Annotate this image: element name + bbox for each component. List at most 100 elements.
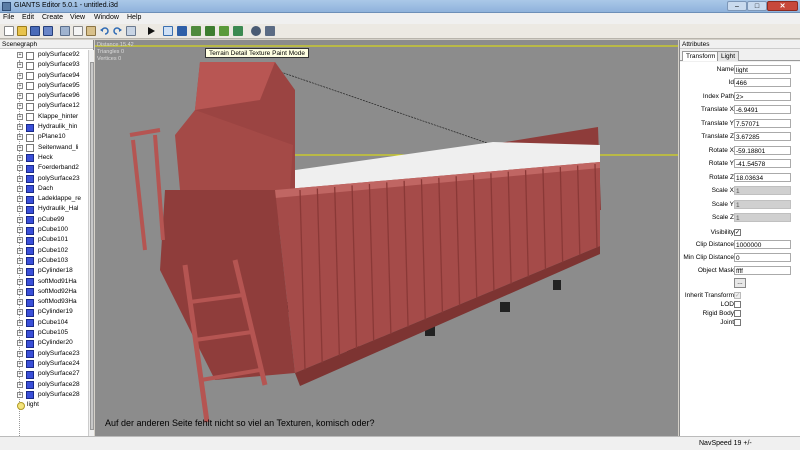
- expand-toggle-icon[interactable]: +: [17, 340, 23, 347]
- scenegraph-item[interactable]: + pCube103: [0, 256, 88, 266]
- scenegraph-item[interactable]: + Heck: [0, 153, 88, 163]
- expand-toggle-icon[interactable]: +: [17, 391, 23, 398]
- expand-toggle-icon[interactable]: +: [17, 278, 23, 285]
- menu-view[interactable]: View: [70, 14, 85, 21]
- delete-icon[interactable]: [126, 26, 136, 36]
- play-icon[interactable]: [146, 26, 156, 36]
- scenegraph-item[interactable]: + pCube99: [0, 215, 88, 225]
- expand-toggle-icon[interactable]: +: [17, 93, 23, 100]
- expand-toggle-icon[interactable]: +: [17, 72, 23, 79]
- expand-toggle-icon[interactable]: +: [17, 103, 23, 110]
- menu-help[interactable]: Help: [127, 14, 141, 21]
- expand-toggle-icon[interactable]: +: [17, 144, 23, 151]
- expand-toggle-icon[interactable]: +: [17, 154, 23, 161]
- expand-toggle-icon[interactable]: +: [17, 330, 23, 337]
- tab-transform[interactable]: Transform: [682, 51, 720, 61]
- scenegraph-item-light[interactable]: light: [0, 400, 88, 410]
- 3d-viewport[interactable]: Distance 15.42 Triangles 0 Vertices 0 Te…: [95, 40, 678, 436]
- paste-icon[interactable]: [86, 26, 96, 36]
- expand-toggle-icon[interactable]: +: [17, 268, 23, 275]
- scenegraph-item[interactable]: + polySurface23: [0, 174, 88, 184]
- rigid-body-checkbox[interactable]: [734, 310, 741, 317]
- expand-toggle-icon[interactable]: +: [17, 124, 23, 131]
- scenegraph-item[interactable]: + polySurface92: [0, 50, 88, 60]
- expand-toggle-icon[interactable]: +: [17, 227, 23, 234]
- attribute-value-input[interactable]: 1: [734, 213, 791, 222]
- scenegraph-item[interactable]: + polySurface95: [0, 81, 88, 91]
- scenegraph-item[interactable]: + polySurface12: [0, 101, 88, 111]
- scenegraph-item[interactable]: + pCube102: [0, 246, 88, 256]
- expand-toggle-icon[interactable]: +: [17, 371, 23, 378]
- redo-icon[interactable]: [112, 26, 122, 36]
- menu-create[interactable]: Create: [42, 14, 63, 21]
- attribute-value-input[interactable]: -59.18801: [734, 146, 791, 155]
- expand-toggle-icon[interactable]: +: [17, 319, 23, 326]
- save-as-icon[interactable]: [43, 26, 53, 36]
- scenegraph-item[interactable]: + Ladeklappe_re: [0, 194, 88, 204]
- select-mode-icon[interactable]: [163, 26, 173, 36]
- expand-toggle-icon[interactable]: +: [17, 350, 23, 357]
- clip-distance-input[interactable]: 1000000: [734, 240, 791, 249]
- menu-file[interactable]: File: [3, 14, 14, 21]
- expand-toggle-icon[interactable]: +: [17, 82, 23, 89]
- foliage-paint-icon[interactable]: [233, 26, 243, 36]
- expand-toggle-icon[interactable]: +: [17, 62, 23, 69]
- scenegraph-item[interactable]: + softMod91Ha: [0, 277, 88, 287]
- copy-icon[interactable]: [73, 26, 83, 36]
- expand-toggle-icon[interactable]: +: [17, 247, 23, 254]
- joint-checkbox[interactable]: [734, 319, 741, 326]
- scenegraph-item[interactable]: + polySurface27: [0, 369, 88, 379]
- scenegraph-item[interactable]: + pCube104: [0, 318, 88, 328]
- scenegraph-item[interactable]: + pPlane10: [0, 132, 88, 142]
- expand-toggle-icon[interactable]: +: [17, 257, 23, 264]
- scenegraph-item[interactable]: + softMod92Ha: [0, 287, 88, 297]
- expand-toggle-icon[interactable]: +: [17, 185, 23, 192]
- attribute-value-input[interactable]: 7.57071: [734, 119, 791, 128]
- scenegraph-item[interactable]: + pCube100: [0, 225, 88, 235]
- scenegraph-item[interactable]: + polySurface28: [0, 380, 88, 390]
- scenegraph-item[interactable]: + pCylinder20: [0, 338, 88, 348]
- undo-icon[interactable]: [100, 26, 110, 36]
- expand-toggle-icon[interactable]: +: [17, 196, 23, 203]
- expand-toggle-icon[interactable]: +: [17, 52, 23, 58]
- min-clip-distance-input[interactable]: 0: [734, 253, 791, 262]
- open-icon[interactable]: [17, 26, 27, 36]
- new-icon[interactable]: [4, 26, 14, 36]
- expand-toggle-icon[interactable]: +: [17, 175, 23, 182]
- lod-checkbox[interactable]: [734, 301, 741, 308]
- cut-icon[interactable]: [60, 26, 70, 36]
- attribute-value-input[interactable]: 1: [734, 186, 791, 195]
- attribute-value-input[interactable]: 466: [734, 78, 791, 87]
- scenegraph-item[interactable]: + Hydraulik_Hal: [0, 204, 88, 214]
- terrain-detail-paint-icon[interactable]: [219, 26, 229, 36]
- scenegraph-item[interactable]: + polySurface94: [0, 71, 88, 81]
- inherit-transform-checkbox[interactable]: ✓: [734, 292, 741, 299]
- attribute-value-input[interactable]: 18.03634: [734, 173, 791, 182]
- terrain-sculpt-icon[interactable]: [191, 26, 201, 36]
- expand-toggle-icon[interactable]: +: [17, 216, 23, 223]
- terrain-paint-icon[interactable]: [205, 26, 215, 36]
- scenegraph-item[interactable]: + Hydraulik_hin: [0, 122, 88, 132]
- expand-toggle-icon[interactable]: +: [17, 237, 23, 244]
- scenegraph-item[interactable]: + pCylinder18: [0, 266, 88, 276]
- expand-toggle-icon[interactable]: +: [17, 134, 23, 141]
- minimize-button[interactable]: –: [727, 1, 747, 11]
- expand-toggle-icon[interactable]: +: [17, 299, 23, 306]
- scenegraph-tree[interactable]: + polySurface92 + polySurface93 + polySurface…: [0, 50, 88, 436]
- expand-toggle-icon[interactable]: +: [17, 113, 23, 120]
- scenegraph-item[interactable]: + Klappe_hinter: [0, 112, 88, 122]
- scenegraph-item[interactable]: + pCube101: [0, 235, 88, 245]
- tab-light[interactable]: Light: [717, 51, 740, 61]
- scrollbar-thumb[interactable]: [90, 62, 94, 430]
- expand-toggle-icon[interactable]: +: [17, 206, 23, 213]
- scenegraph-item[interactable]: + pCylinder19: [0, 307, 88, 317]
- attribute-value-input[interactable]: 3.67285: [734, 132, 791, 141]
- expand-toggle-icon[interactable]: +: [17, 360, 23, 367]
- scenegraph-item[interactable]: + polySurface96: [0, 91, 88, 101]
- expand-toggle-icon[interactable]: +: [17, 309, 23, 316]
- expand-toggle-icon[interactable]: +: [17, 381, 23, 388]
- scenegraph-item[interactable]: + Dach: [0, 184, 88, 194]
- close-button[interactable]: ✕: [767, 1, 798, 11]
- object-mask-button[interactable]: ...: [734, 278, 746, 288]
- attribute-value-input[interactable]: 2>: [734, 92, 791, 101]
